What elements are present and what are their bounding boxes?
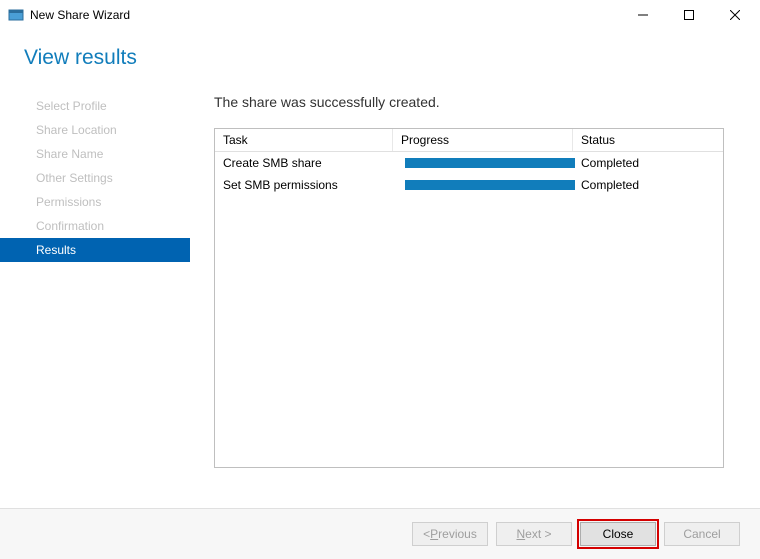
- sidebar-item-share-name: Share Name: [0, 142, 190, 166]
- main-panel: The share was successfully created. Task…: [190, 94, 760, 468]
- column-header-task[interactable]: Task: [215, 129, 393, 151]
- sidebar-item-results: Results: [0, 238, 190, 262]
- window-controls: [620, 0, 758, 30]
- titlebar: New Share Wizard: [0, 0, 760, 30]
- maximize-button[interactable]: [666, 0, 712, 30]
- close-window-button[interactable]: [712, 0, 758, 30]
- progress-cell: [393, 156, 573, 170]
- results-table: Task Progress Status Create SMB share Co…: [214, 128, 724, 468]
- content-area: Select Profile Share Location Share Name…: [0, 94, 760, 468]
- wizard-steps-sidebar: Select Profile Share Location Share Name…: [0, 94, 190, 468]
- status-cell: Completed: [573, 154, 723, 172]
- table-header: Task Progress Status: [215, 129, 723, 152]
- task-cell: Set SMB permissions: [215, 176, 393, 194]
- progress-bar: [405, 180, 575, 190]
- column-header-status[interactable]: Status: [573, 129, 723, 151]
- table-row: Create SMB share Completed: [215, 152, 723, 174]
- status-cell: Completed: [573, 176, 723, 194]
- minimize-button[interactable]: [620, 0, 666, 30]
- sidebar-item-confirmation: Confirmation: [0, 214, 190, 238]
- cancel-button: Cancel: [664, 522, 740, 546]
- progress-cell: [393, 178, 573, 192]
- previous-button: < Previous: [412, 522, 488, 546]
- window-title: New Share Wizard: [30, 8, 130, 22]
- sidebar-item-other-settings: Other Settings: [0, 166, 190, 190]
- sidebar-item-share-location: Share Location: [0, 118, 190, 142]
- page-heading: View results: [0, 30, 760, 94]
- wizard-footer: < Previous Next > Close Cancel: [0, 508, 760, 559]
- sidebar-item-permissions: Permissions: [0, 190, 190, 214]
- task-cell: Create SMB share: [215, 154, 393, 172]
- column-header-progress[interactable]: Progress: [393, 129, 573, 151]
- table-row: Set SMB permissions Completed: [215, 174, 723, 196]
- next-button: Next >: [496, 522, 572, 546]
- progress-bar: [405, 158, 575, 168]
- close-button[interactable]: Close: [580, 522, 656, 546]
- result-message: The share was successfully created.: [214, 94, 724, 110]
- sidebar-item-select-profile: Select Profile: [0, 94, 190, 118]
- app-icon: [8, 7, 24, 23]
